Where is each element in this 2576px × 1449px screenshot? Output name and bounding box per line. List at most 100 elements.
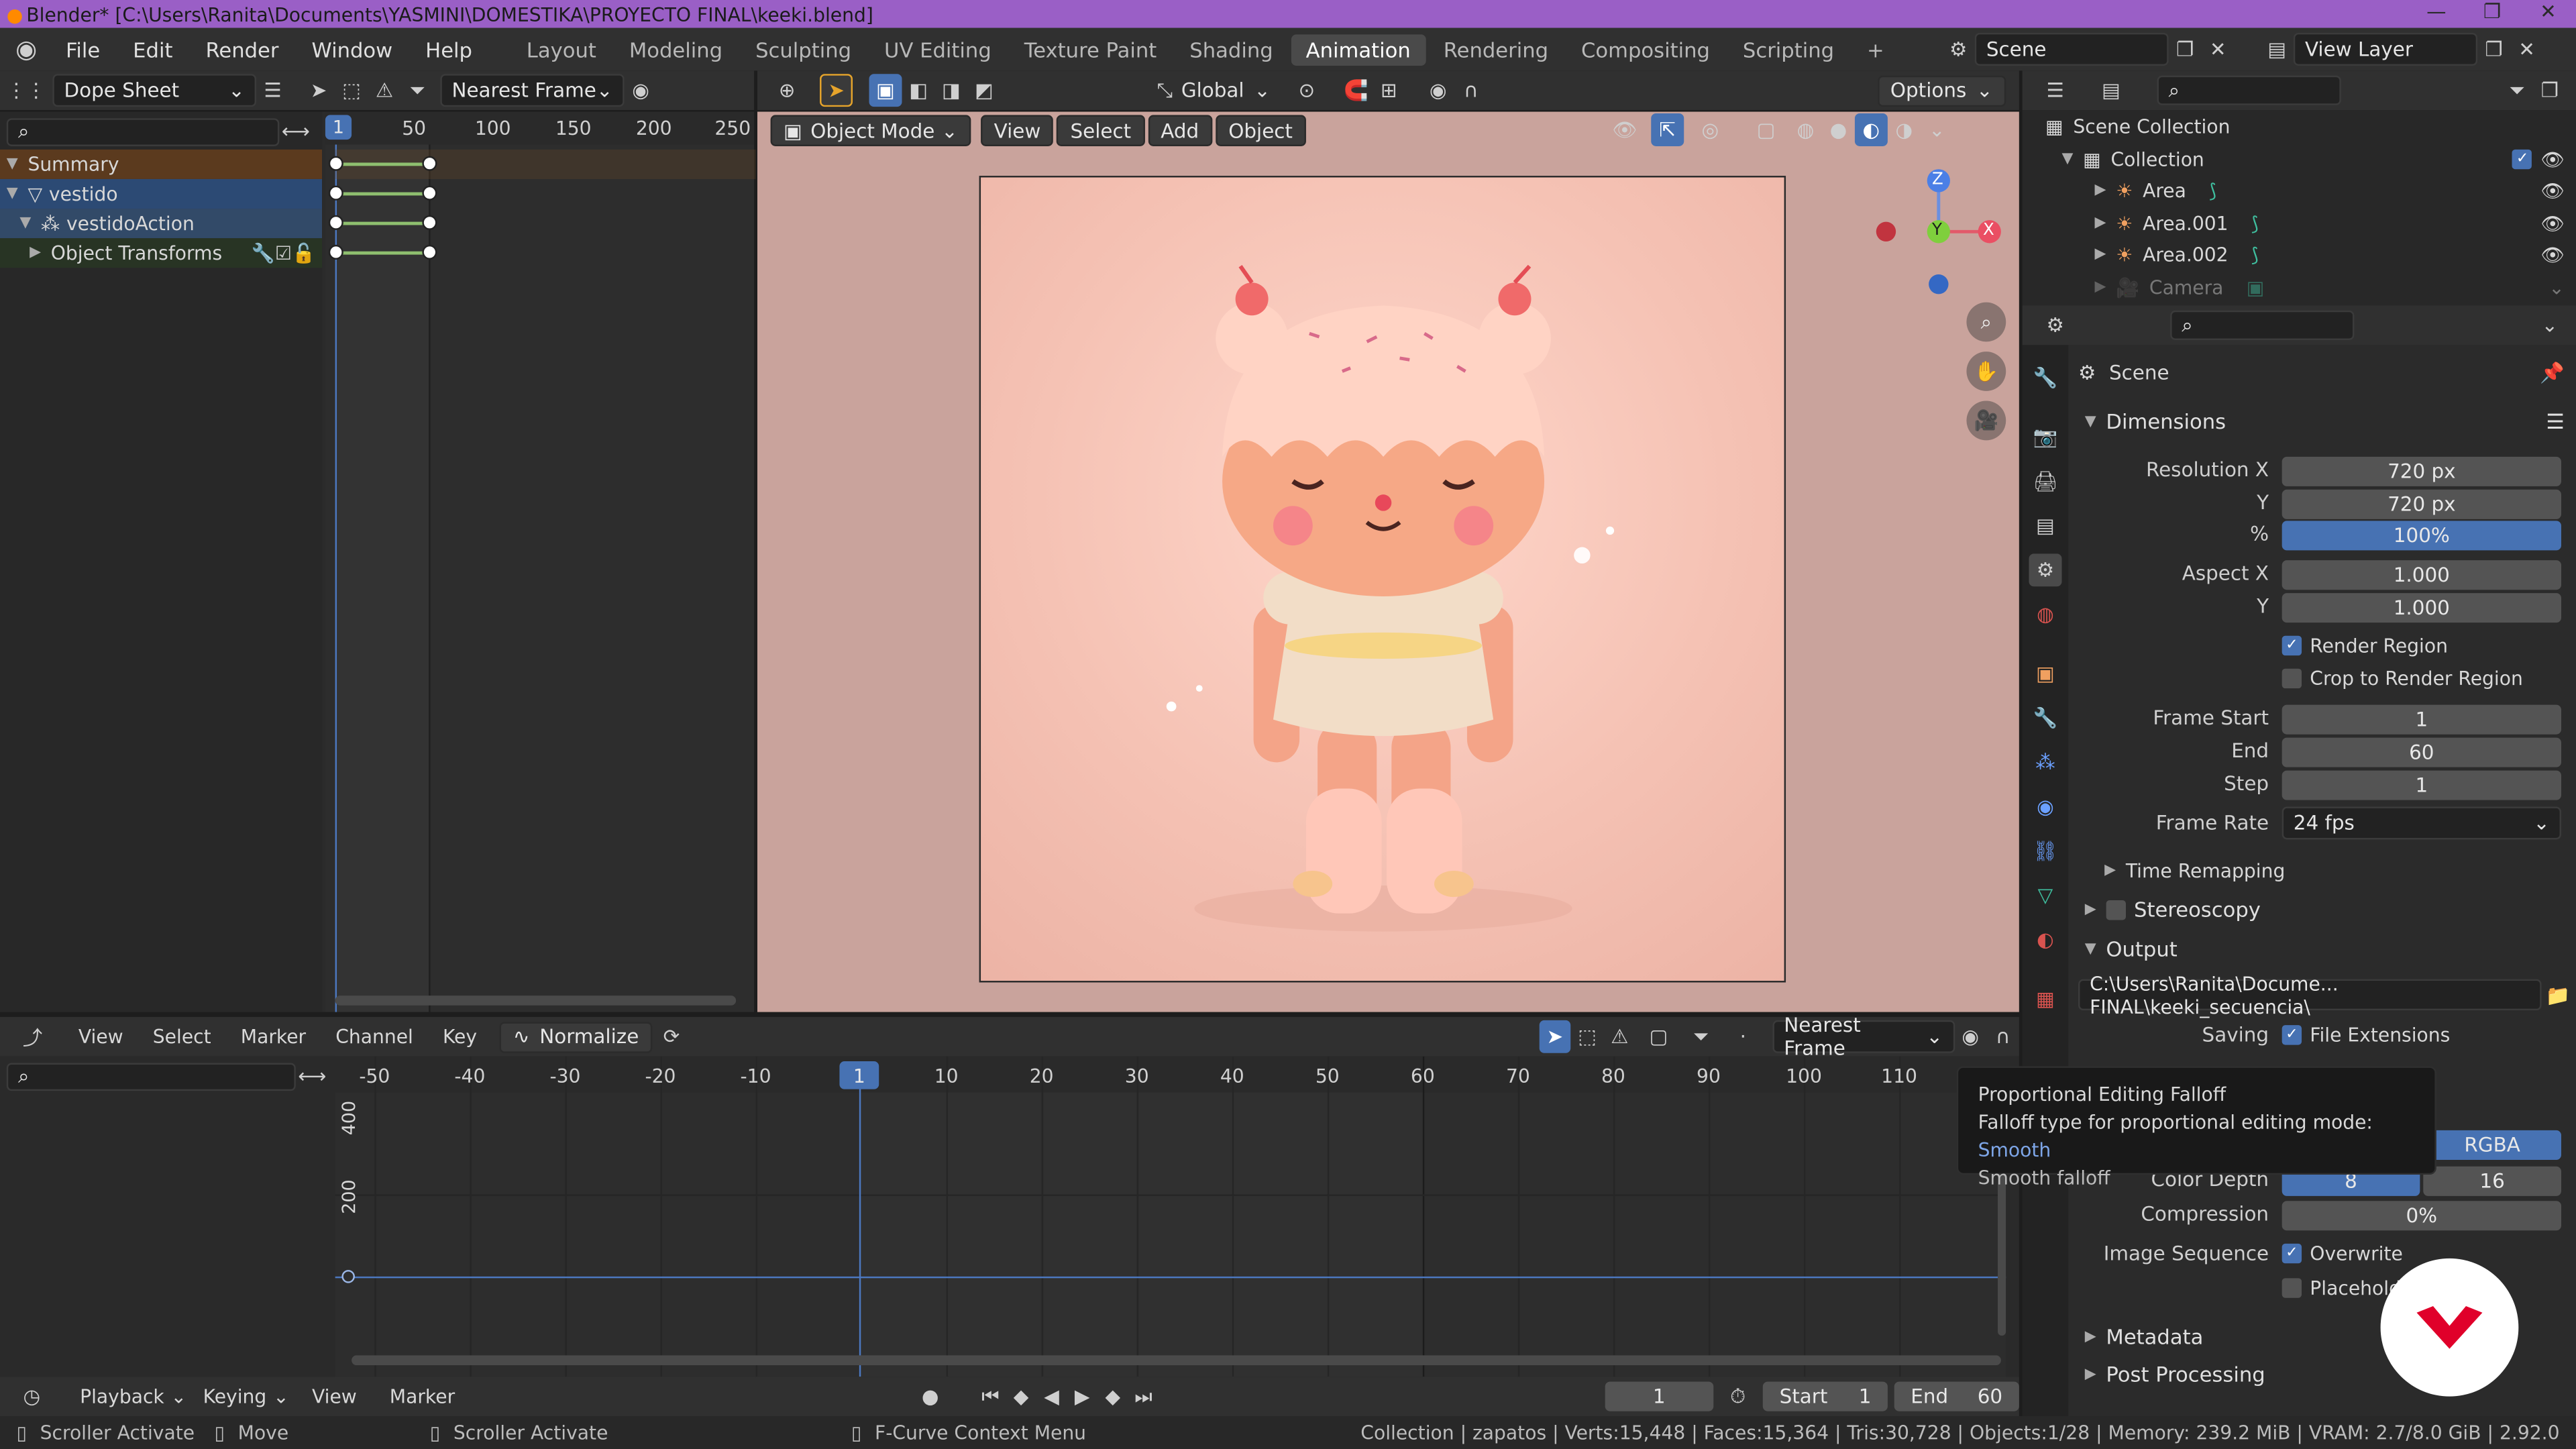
output-tab-icon[interactable]: 🖨: [2029, 465, 2062, 498]
3d-viewport[interactable]: ▣ Object Mode ⌄ View Select Add Object 👁 ⇱…: [757, 111, 2019, 1012]
tab-uv-editing[interactable]: UV Editing: [869, 34, 1006, 65]
keyframe[interactable]: [422, 185, 437, 201]
visibility-icon[interactable]: 👁: [1609, 113, 1642, 146]
graph-menu-select[interactable]: Select: [153, 1025, 211, 1048]
constraints-tab-icon[interactable]: ⛓: [2029, 835, 2062, 867]
minimize-icon[interactable]: —: [2408, 0, 2464, 28]
graph-falloff-icon[interactable]: ∩: [1986, 1020, 2019, 1053]
pivot-icon[interactable]: ⊙: [1290, 74, 1323, 107]
keyframe[interactable]: [422, 215, 437, 230]
keyframe[interactable]: [328, 156, 343, 171]
new-collection-icon[interactable]: ❐: [2533, 74, 2566, 107]
outliner-collection[interactable]: ▼ ▦ Collection ✓ 👁: [2061, 148, 2564, 170]
dopesheet-snap-dropdown[interactable]: Nearest Frame ⌄: [440, 74, 625, 107]
modifier-tab-icon[interactable]: 🔧: [2029, 702, 2062, 735]
channel-vestido[interactable]: ▼ ▽ vestido: [0, 178, 323, 209]
graph-select-tool-icon[interactable]: ➤: [1538, 1020, 1571, 1053]
channel-toggles-icon[interactable]: 🔧☑🔓: [252, 241, 315, 264]
graph-area[interactable]: 1 400 200 -50 -40 -30 -20 -10 10 20 30 4…: [335, 1056, 2006, 1377]
physics-tab-icon[interactable]: ◉: [2029, 790, 2062, 823]
gizmo-toggle-icon[interactable]: ⇱: [1651, 113, 1684, 146]
new-view-layer-icon[interactable]: ❐: [2477, 33, 2510, 66]
swap-icon[interactable]: ⟷: [296, 1060, 329, 1093]
jump-end-icon[interactable]: ⏭: [1128, 1380, 1159, 1413]
jump-start-icon[interactable]: ⏮: [975, 1380, 1006, 1413]
graph-search-input[interactable]: ⌕: [6, 1062, 296, 1090]
delete-view-layer-icon[interactable]: ✕: [2510, 33, 2543, 66]
color-depth-16[interactable]: 16: [2423, 1166, 2561, 1196]
color-mode-rgba[interactable]: RGBA: [2423, 1130, 2561, 1160]
resolution-y-field[interactable]: 720 px: [2282, 489, 2561, 519]
checkbox-unchecked-icon[interactable]: [2106, 899, 2126, 920]
hamburger-menu-icon[interactable]: ☰: [256, 74, 289, 107]
keyframe[interactable]: [328, 215, 343, 230]
graph-filter-icon[interactable]: ⏷: [1684, 1020, 1717, 1053]
frame-rate-dropdown[interactable]: 24 fps ⌄: [2282, 806, 2561, 840]
object-mode-dropdown[interactable]: ▣ Object Mode ⌄: [770, 115, 971, 146]
viewport-menu-view[interactable]: View: [981, 115, 1054, 146]
rendered-shading-icon[interactable]: ◑: [1888, 113, 1921, 146]
properties-search-input[interactable]: ⌕: [2170, 310, 2355, 340]
presets-icon[interactable]: ☰: [2546, 409, 2564, 434]
object-tab-icon[interactable]: ▣: [2029, 657, 2062, 690]
menu-render[interactable]: Render: [189, 37, 295, 62]
viewport-menu-object[interactable]: Object: [1215, 115, 1306, 146]
filter-icon[interactable]: ⏷: [401, 74, 434, 107]
output-path-input[interactable]: C:\Users\Ranita\Docume... FINAL\keeki_se…: [2078, 972, 2542, 1018]
dopesheet-mode-dropdown[interactable]: Dope Sheet ⌄: [52, 74, 257, 107]
select-mode-subtract-icon[interactable]: ◨: [934, 74, 967, 107]
wireframe-shading-icon[interactable]: ◍: [1789, 113, 1822, 146]
start-frame-field[interactable]: Start 1: [1763, 1381, 1888, 1411]
select-mode-extend-icon[interactable]: ◧: [902, 74, 935, 107]
section-time-remapping[interactable]: ▶ Time Remapping: [2104, 859, 2285, 882]
view-layer-icon[interactable]: ▤: [2261, 33, 2294, 66]
view-layer-tab-icon[interactable]: ▤: [2029, 509, 2062, 542]
viewport-editor-type-icon[interactable]: ⊕: [771, 74, 804, 107]
outliner-search-input[interactable]: ⌕: [2157, 75, 2341, 105]
snap-icon[interactable]: 🧲: [1340, 74, 1373, 107]
falloff-curve-icon[interactable]: ∩: [1454, 74, 1487, 107]
end-frame-field[interactable]: End 60: [1894, 1381, 2019, 1411]
graph-menu-key[interactable]: Key: [443, 1025, 477, 1048]
add-workspace-icon[interactable]: +: [1852, 34, 1899, 65]
select-mode-intersect-icon[interactable]: ◩: [967, 74, 1000, 107]
graph-box-select-icon[interactable]: ⬚: [1571, 1020, 1603, 1053]
texture-tab-icon[interactable]: ▦: [2029, 983, 2062, 1016]
graph-snap-dropdown[interactable]: Nearest Frame ⌄: [1772, 1014, 1955, 1060]
view-layer-field[interactable]: View Layer: [2293, 32, 2478, 66]
channel-vestido-action[interactable]: ▼ ⁂ vestidoAction: [0, 209, 323, 239]
graph-view-icon[interactable]: ▢: [1642, 1020, 1674, 1053]
channel-summary[interactable]: ▼ Summary: [0, 149, 323, 179]
resolution-percent-slider[interactable]: 100%: [2282, 521, 2561, 551]
exclude-checkbox[interactable]: ✓: [2512, 149, 2532, 170]
crop-region-checkbox[interactable]: Crop to Render Region: [2282, 667, 2523, 690]
warning-icon[interactable]: ⚠: [368, 74, 401, 107]
swap-icon[interactable]: ⟷: [279, 115, 312, 148]
keyframe[interactable]: [328, 185, 343, 201]
keyframe[interactable]: [422, 244, 437, 260]
frame-step-field[interactable]: 1: [2282, 770, 2561, 800]
display-mode-icon[interactable]: ▤: [2094, 74, 2127, 107]
eye-icon[interactable]: 👁: [2540, 243, 2565, 266]
outliner-item-area-002[interactable]: ▶ ☀ Area.002 ⟆ 👁: [2094, 243, 2564, 266]
tab-modeling[interactable]: Modeling: [614, 34, 737, 65]
material-tab-icon[interactable]: ◐: [2029, 923, 2062, 956]
next-keyframe-icon[interactable]: ◆: [1097, 1380, 1128, 1413]
tab-compositing[interactable]: Compositing: [1566, 34, 1725, 65]
keyframe[interactable]: [328, 244, 343, 260]
camera-view-icon[interactable]: 🎥: [1966, 400, 2006, 441]
box-select-icon[interactable]: ⬚: [335, 74, 368, 107]
menu-file[interactable]: File: [49, 37, 116, 62]
prev-keyframe-icon[interactable]: ◆: [1006, 1380, 1036, 1413]
data-tab-icon[interactable]: ▽: [2029, 879, 2062, 912]
select-tool-icon[interactable]: ➤: [303, 74, 335, 107]
section-dimensions[interactable]: ▼ Dimensions ☰: [2085, 409, 2565, 434]
tab-shading[interactable]: Shading: [1175, 34, 1287, 65]
outliner-editor-type-icon[interactable]: ☰: [2039, 74, 2072, 107]
menu-window[interactable]: Window: [295, 37, 409, 62]
horizontal-scrollbar[interactable]: [335, 996, 737, 1006]
chevron-down-icon[interactable]: ⌄: [2533, 309, 2566, 341]
resolution-x-field[interactable]: 720 px: [2282, 456, 2561, 486]
folder-icon[interactable]: 📁: [2542, 979, 2575, 1012]
keyframe[interactable]: [422, 156, 437, 171]
